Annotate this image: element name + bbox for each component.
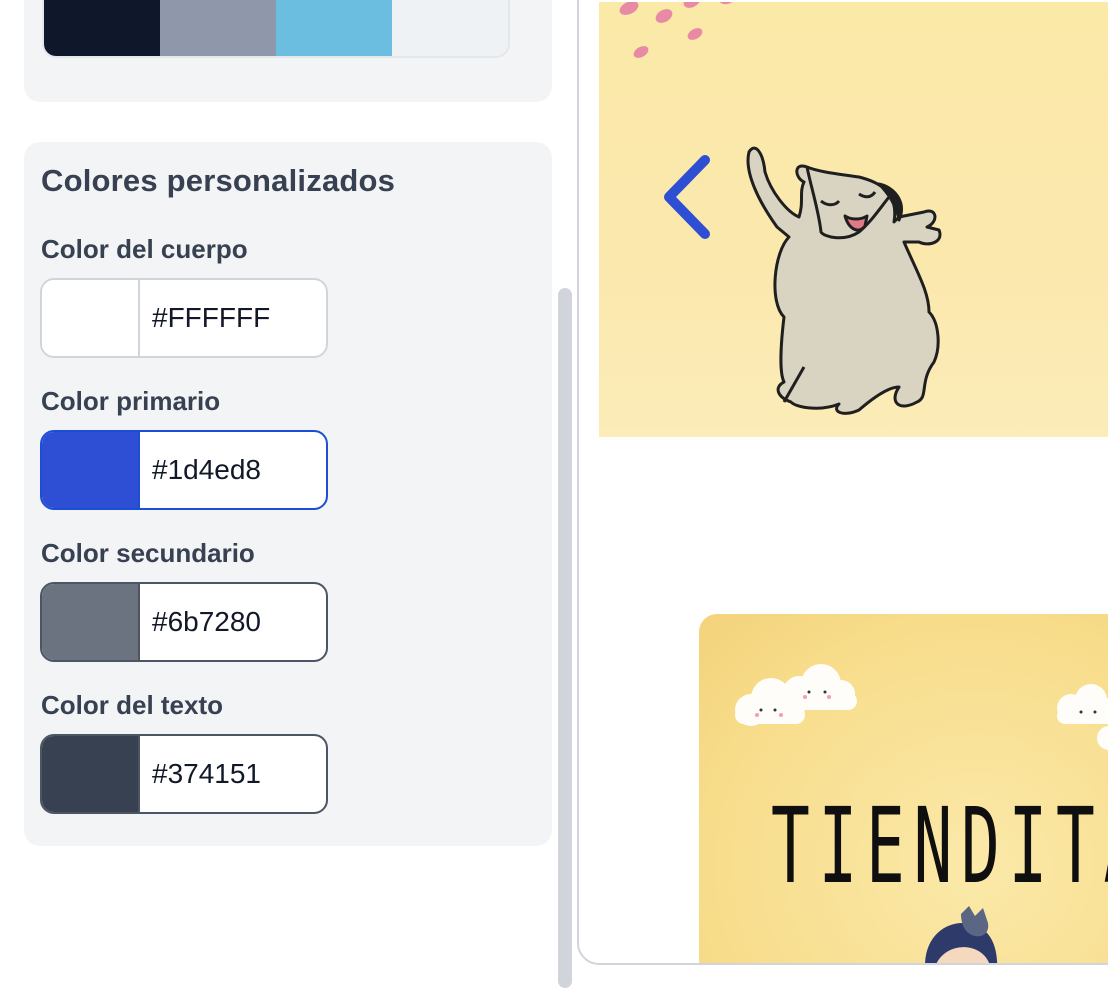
secondary-color-swatch[interactable] [42, 584, 140, 660]
sidebar-scrollbar-thumb[interactable] [558, 288, 572, 988]
carousel-slide-bear [599, 0, 1108, 437]
chevron-left-icon[interactable] [659, 152, 719, 242]
carousel-slide-banner: TIENDITA [699, 614, 1108, 963]
theme-palette-option[interactable] [42, 0, 510, 58]
secondary-color-field[interactable]: #6b7280 [40, 582, 328, 662]
text-color-field[interactable]: #374151 [40, 734, 328, 814]
primary-color-input[interactable]: #1d4ed8 [140, 432, 326, 508]
text-color-input[interactable]: #374151 [140, 736, 326, 812]
secondary-color-label: Color secundario [41, 538, 255, 568]
store-preview-frame: TIENDITA [577, 0, 1108, 965]
text-color-label: Color del texto [41, 690, 224, 720]
palette-swatch-4 [392, 0, 508, 56]
banner-title: TIENDITA [771, 785, 1108, 907]
palette-swatch-2 [160, 0, 276, 56]
secondary-color-input[interactable]: #6b7280 [140, 584, 326, 660]
section-title: Colores personalizados [41, 163, 396, 198]
primary-color-label: Color primario [41, 386, 221, 416]
palette-swatch-1 [44, 0, 160, 56]
text-color-swatch[interactable] [42, 736, 140, 812]
body-color-label: Color del cuerpo [41, 234, 248, 264]
palette-swatch-3 [276, 0, 392, 56]
body-color-input[interactable]: #FFFFFF [140, 280, 326, 356]
primary-color-swatch[interactable] [42, 432, 140, 508]
body-color-field[interactable]: #FFFFFF [40, 278, 328, 358]
primary-color-field[interactable]: #1d4ed8 [40, 430, 328, 510]
body-color-swatch[interactable] [42, 280, 140, 356]
